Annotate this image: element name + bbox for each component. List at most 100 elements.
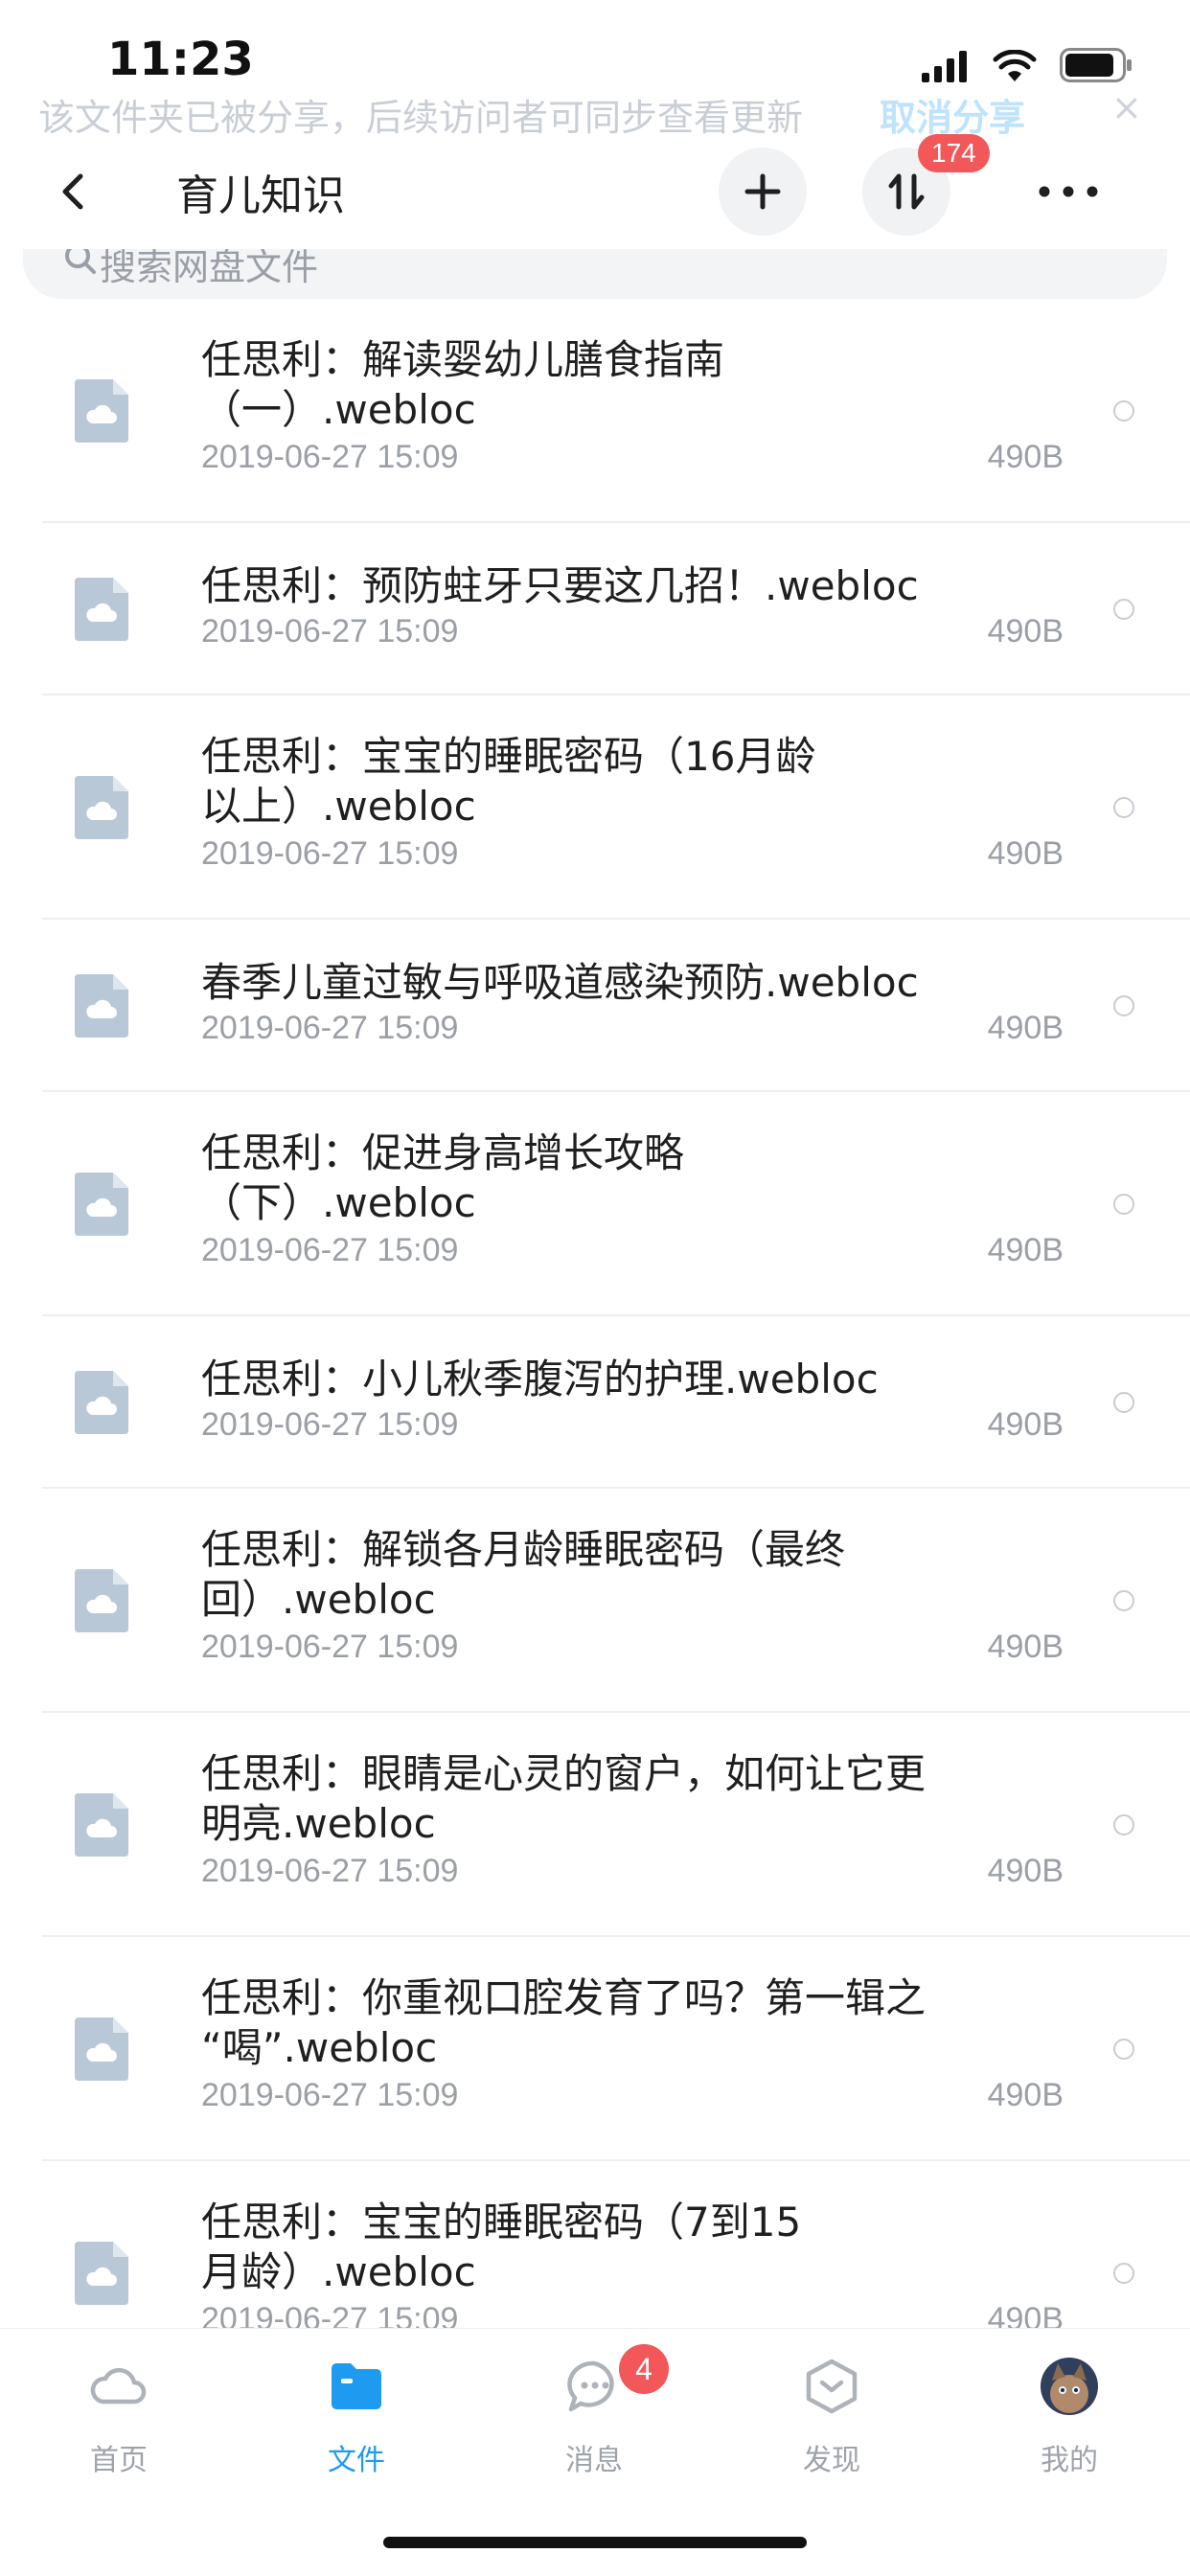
select-checkbox[interactable] xyxy=(1113,1814,1134,1835)
file-name-line: 明亮.webloc xyxy=(201,1800,436,1847)
file-date: 2019-06-27 15:09 xyxy=(201,439,459,475)
tab-messages-label: 消息 xyxy=(565,2444,623,2477)
file-name-line: 任思利：小儿秋季腹泻的护理.webloc xyxy=(201,1356,879,1402)
tab-profile[interactable]: 我的 xyxy=(950,2329,1188,2501)
file-name-line: 任思利：预防蛀牙只要这几招！.webloc xyxy=(201,562,919,609)
file-list-item[interactable]: 任思利：宝宝的睡眠密码（7到15 月龄）.webloc 2019-06-27 15:… xyxy=(42,2161,1190,2328)
select-checkbox[interactable] xyxy=(1113,995,1134,1016)
status-time: 11:23 xyxy=(107,33,254,86)
file-list-item[interactable]: 春季儿童过敏与呼吸道感染预防.webloc 2019-06-27 15:09 490… xyxy=(42,920,1190,1092)
tab-files[interactable]: 文件 xyxy=(238,2329,475,2501)
file-date: 2019-06-27 15:09 xyxy=(201,2301,459,2328)
cancel-share-button[interactable]: 取消分享 xyxy=(880,88,1025,141)
file-size: 490B xyxy=(987,1853,1064,1889)
file-list-item[interactable]: 任思利：宝宝的睡眠密码（16月龄 以上）.webloc 2019-06-27 15:… xyxy=(42,695,1190,920)
file-size: 490B xyxy=(987,1010,1064,1046)
select-checkbox[interactable] xyxy=(1113,599,1134,620)
file-name: 任思利：小儿秋季腹泻的护理.webloc xyxy=(201,1355,1044,1404)
file-name: 任思利：眼睛是心灵的窗户，如何让它更 明亮.webloc xyxy=(201,1749,1044,1849)
file-name: 任思利：促进身高增长攻略 （下）.webloc xyxy=(201,1128,1044,1228)
file-size: 490B xyxy=(987,2301,1064,2328)
select-checkbox[interactable] xyxy=(1113,797,1134,818)
webloc-file-icon xyxy=(75,1371,128,1434)
file-name: 任思利：宝宝的睡眠密码（7到15 月龄）.webloc xyxy=(201,2198,1044,2297)
share-banner-text: 该文件夹已被分享，后续访问者可同步查看更新 xyxy=(38,97,804,139)
webloc-file-icon xyxy=(75,2017,128,2081)
tab-home[interactable]: 首页 xyxy=(0,2329,238,2501)
file-date: 2019-06-27 15:09 xyxy=(201,835,459,872)
file-list-item[interactable]: 任思利：预防蛀牙只要这几招！.webloc 2019-06-27 15:09 490… xyxy=(42,523,1190,695)
file-name-line: 春季儿童过敏与呼吸道感染预防.webloc xyxy=(201,959,919,1006)
file-list: 任思利：解读婴幼儿膳食指南 （一）.webloc 2019-06-27 15:09 4… xyxy=(0,299,1190,2328)
back-arrow-icon[interactable] xyxy=(52,169,98,215)
file-name: 任思利：预防蛀牙只要这几招！.webloc xyxy=(201,561,1044,611)
select-checkbox[interactable] xyxy=(1113,1392,1134,1413)
file-date: 2019-06-27 15:09 xyxy=(201,1629,459,1665)
battery-icon xyxy=(1060,48,1132,82)
tab-messages[interactable]: 4 消息 xyxy=(475,2329,713,2501)
tab-discover[interactable]: 发现 xyxy=(713,2329,950,2501)
file-list-item[interactable]: 任思利：眼睛是心灵的窗户，如何让它更 明亮.webloc 2019-06-27 15… xyxy=(42,1713,1190,1937)
file-name-line: 任思利：你重视口腔发育了吗？第一辑之 xyxy=(201,1974,927,2021)
file-date: 2019-06-27 15:09 xyxy=(201,1232,459,1268)
discover-icon xyxy=(806,2359,858,2414)
file-size: 490B xyxy=(987,835,1064,872)
plus-icon xyxy=(744,173,781,210)
select-checkbox[interactable] xyxy=(1113,2263,1134,2284)
file-date: 2019-06-27 15:09 xyxy=(201,1853,459,1889)
webloc-file-icon xyxy=(75,1569,128,1632)
file-date: 2019-06-27 15:09 xyxy=(201,613,459,650)
tab-profile-label: 我的 xyxy=(1041,2444,1098,2477)
select-checkbox[interactable] xyxy=(1113,2039,1134,2060)
webloc-file-icon xyxy=(75,974,128,1037)
webloc-file-icon xyxy=(75,578,128,641)
status-icons xyxy=(922,44,1133,82)
file-list-item[interactable]: 任思利：解读婴幼儿膳食指南 （一）.webloc 2019-06-27 15:09 4… xyxy=(42,299,1190,523)
wifi-icon xyxy=(993,50,1037,81)
folder-icon xyxy=(332,2363,381,2409)
file-date: 2019-06-27 15:09 xyxy=(201,1010,459,1046)
share-banner: 该文件夹已被分享，后续访问者可同步查看更新 取消分享 × xyxy=(0,82,1190,140)
file-list-item[interactable]: 任思利：你重视口腔发育了吗？第一辑之 “喝”.webloc 2019-06-27 1… xyxy=(42,1937,1190,2161)
message-count-badge: 4 xyxy=(619,2344,669,2394)
webloc-file-icon xyxy=(75,776,128,839)
webloc-file-icon xyxy=(75,1173,128,1236)
nav-bar: 育儿知识 174 xyxy=(0,134,1190,249)
tab-files-label: 文件 xyxy=(328,2444,385,2477)
file-name-line: 任思利：眼睛是心灵的窗户，如何让它更 xyxy=(201,1750,927,1797)
webloc-file-icon xyxy=(75,2242,128,2305)
file-name-line: 回）.webloc xyxy=(201,1576,436,1623)
file-name-line: （一）.webloc xyxy=(201,386,476,433)
file-name-line: 任思利：解锁各月龄睡眠密码（最终 xyxy=(201,1526,846,1573)
file-size: 490B xyxy=(987,439,1064,475)
tab-home-label: 首页 xyxy=(90,2444,148,2477)
file-size: 490B xyxy=(987,1406,1064,1443)
file-list-item[interactable]: 任思利：解锁各月龄睡眠密码（最终 回）.webloc 2019-06-27 15:0… xyxy=(42,1489,1190,1713)
cloud-icon xyxy=(90,2367,147,2405)
select-checkbox[interactable] xyxy=(1113,400,1134,422)
banner-close-icon[interactable]: × xyxy=(1111,86,1142,128)
page-title: 育儿知识 xyxy=(176,171,345,220)
file-size: 490B xyxy=(987,1232,1064,1268)
transfer-arrows-icon xyxy=(888,173,925,210)
chat-icon xyxy=(567,2360,614,2412)
webloc-file-icon xyxy=(75,379,128,443)
file-list-item[interactable]: 任思利：小儿秋季腹泻的护理.webloc 2019-06-27 15:09 490B xyxy=(42,1316,1190,1489)
file-name-line: 以上）.webloc xyxy=(201,783,476,830)
file-name-line: 任思利：促进身高增长攻略 xyxy=(201,1129,685,1176)
select-checkbox[interactable] xyxy=(1113,1194,1134,1215)
file-date: 2019-06-27 15:09 xyxy=(201,1406,459,1443)
file-name-line: 任思利：解读婴幼儿膳食指南 xyxy=(201,336,725,383)
file-name: 任思利：解锁各月龄睡眠密码（最终 回）.webloc xyxy=(201,1525,1044,1625)
cellular-signal-icon xyxy=(922,51,967,82)
file-name: 任思利：你重视口腔发育了吗？第一辑之 “喝”.webloc xyxy=(201,1973,1044,2073)
file-name: 任思利：解读婴幼儿膳食指南 （一）.webloc xyxy=(201,335,1044,435)
more-options-icon[interactable] xyxy=(1035,172,1102,211)
tab-discover-label: 发现 xyxy=(803,2444,860,2477)
file-size: 490B xyxy=(987,1629,1064,1665)
add-button[interactable] xyxy=(719,148,807,236)
file-name-line: 任思利：宝宝的睡眠密码（7到15 xyxy=(201,2199,802,2245)
home-indicator xyxy=(383,2537,807,2548)
file-list-item[interactable]: 任思利：促进身高增长攻略 （下）.webloc 2019-06-27 15:09 49… xyxy=(42,1092,1190,1316)
select-checkbox[interactable] xyxy=(1113,1590,1134,1611)
